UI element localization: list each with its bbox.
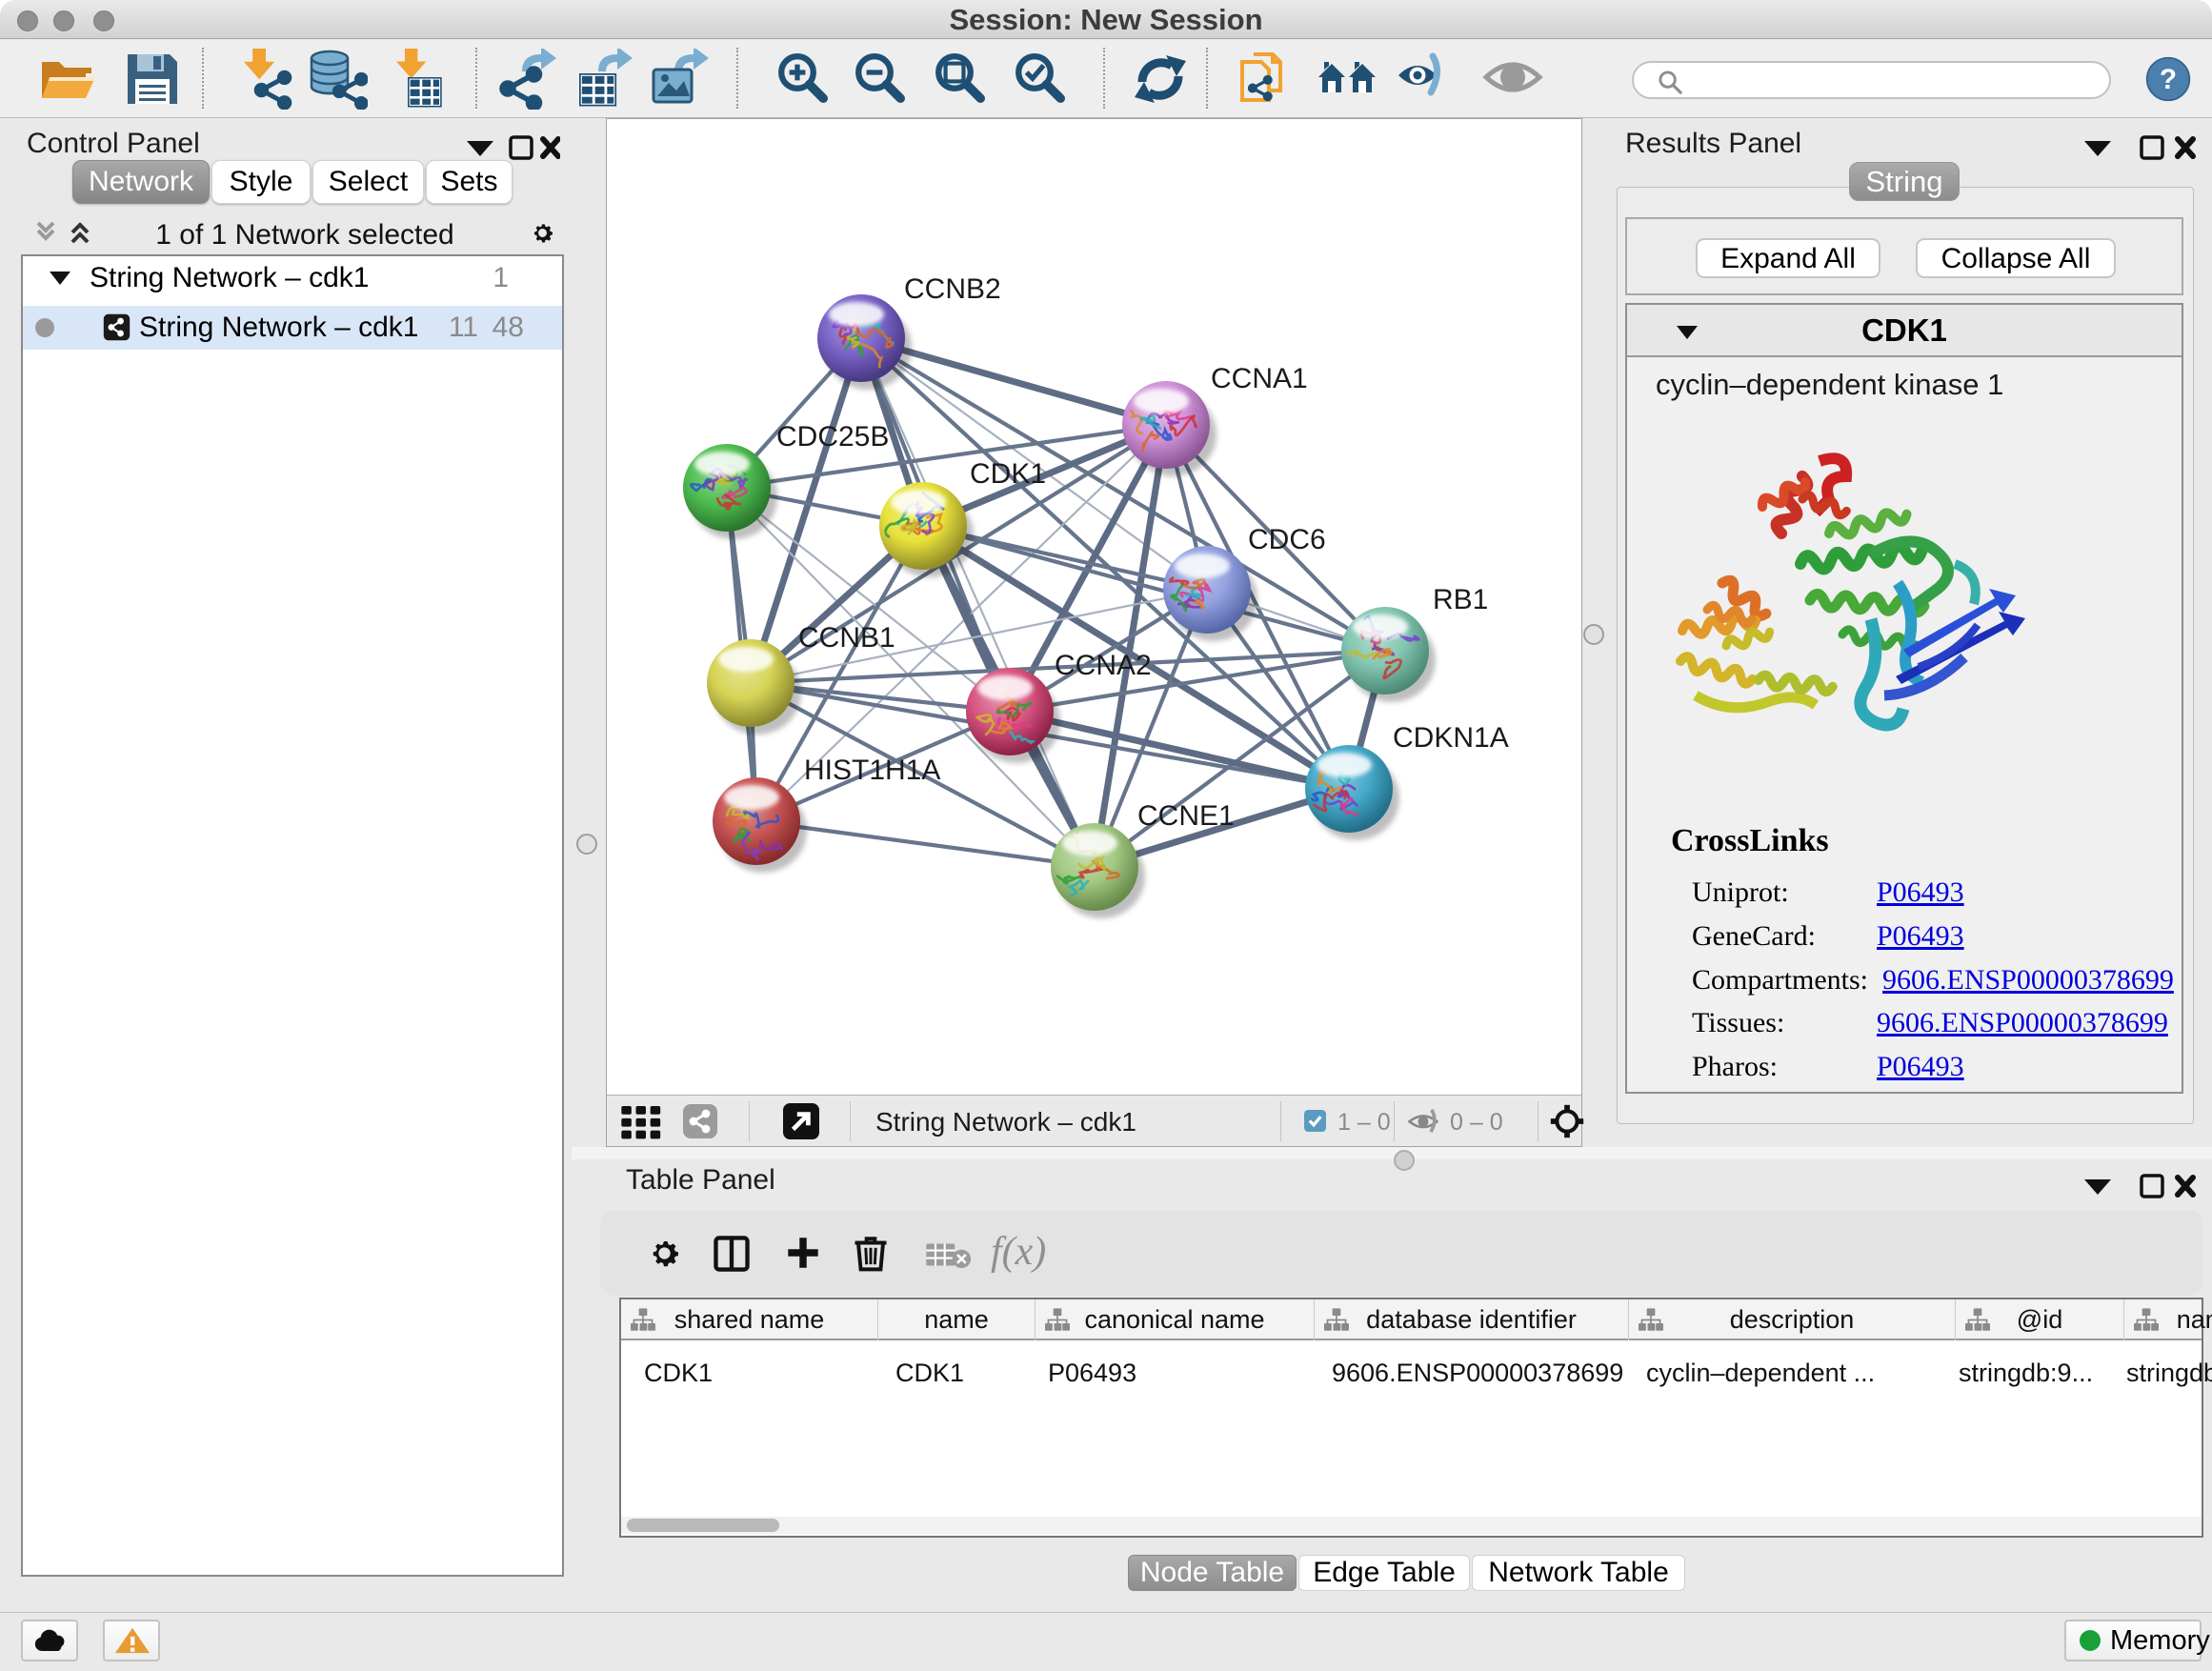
svg-text:CDC6: CDC6 bbox=[1248, 524, 1326, 555]
svg-text:CCNE1: CCNE1 bbox=[1137, 800, 1235, 832]
svg-text:CDKN1A: CDKN1A bbox=[1393, 722, 1509, 754]
svg-text:CCNA1: CCNA1 bbox=[1211, 363, 1308, 394]
svg-text:?: ? bbox=[2160, 64, 2177, 95]
svg-text:RB1: RB1 bbox=[1433, 584, 1488, 615]
svg-text:HIST1H1A: HIST1H1A bbox=[804, 755, 940, 786]
svg-text:CDC25B: CDC25B bbox=[776, 421, 889, 453]
svg-text:CDK1: CDK1 bbox=[970, 458, 1046, 490]
svg-text:CCNA2: CCNA2 bbox=[1055, 650, 1152, 681]
svg-text:CCNB2: CCNB2 bbox=[904, 273, 1001, 305]
svg-text:CCNB1: CCNB1 bbox=[798, 622, 895, 654]
